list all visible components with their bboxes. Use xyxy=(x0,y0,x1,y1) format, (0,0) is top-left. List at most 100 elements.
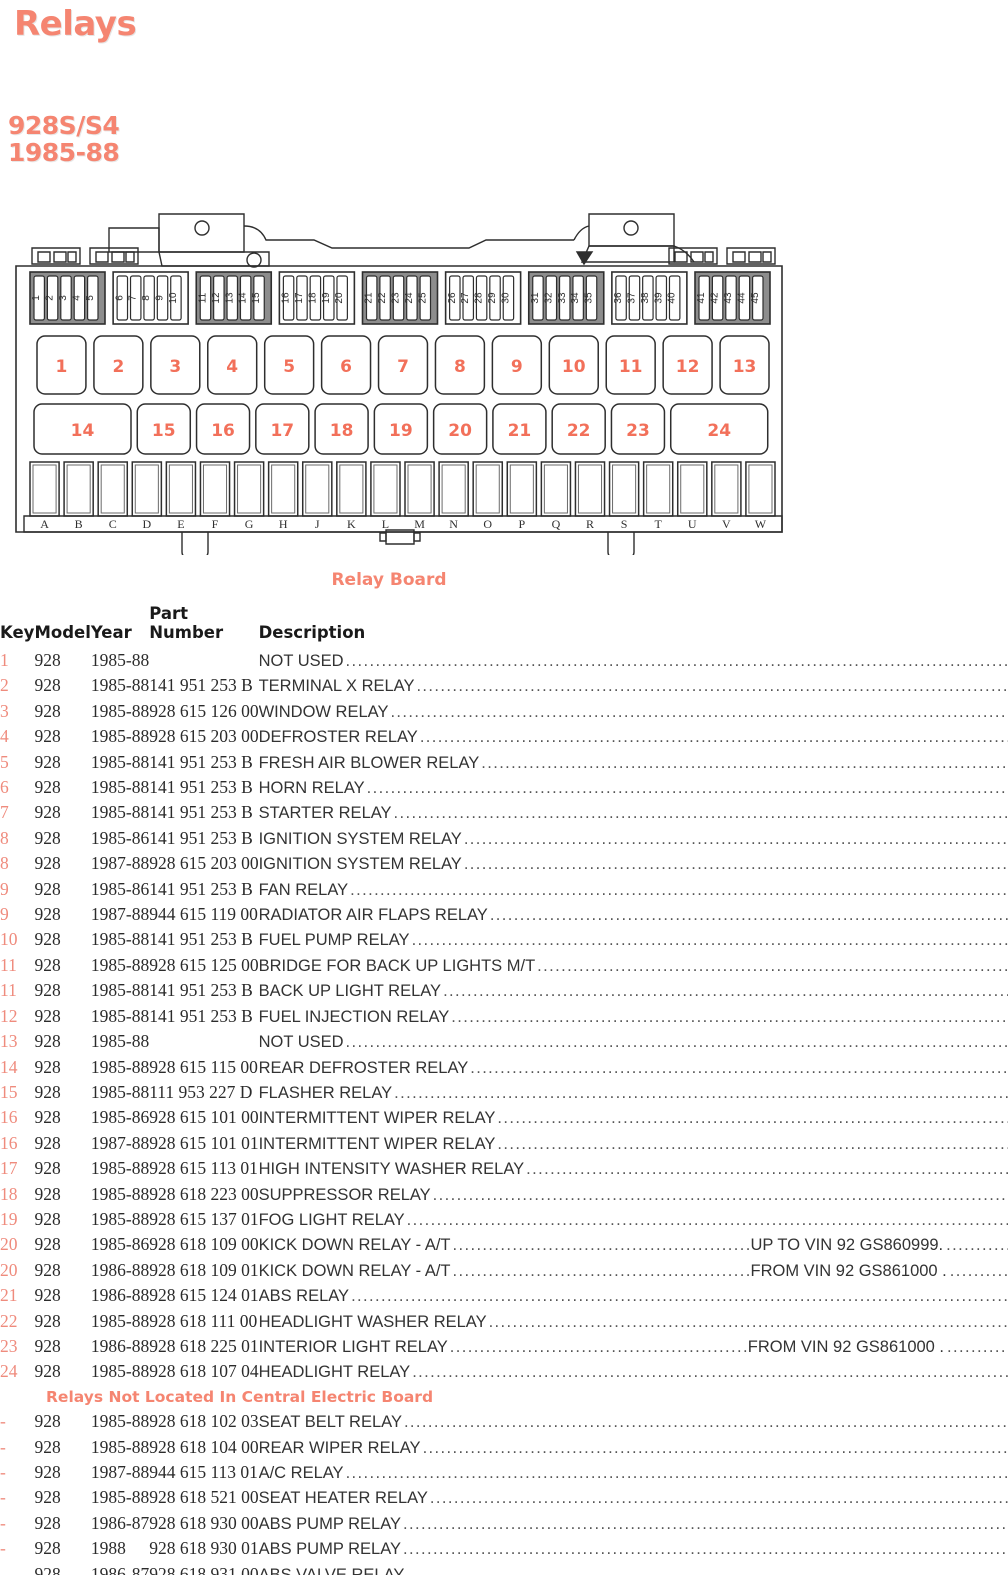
description-text: FUEL PUMP RELAY xyxy=(258,931,410,950)
cell-year: 1985-86 xyxy=(90,827,150,848)
description-note: FROM VIN 92 GS861000 . xyxy=(750,1261,947,1280)
connector-slot-inner xyxy=(543,464,568,514)
cell-model: 928 xyxy=(34,802,61,823)
description-text: HIGH INTENSITY WASHER RELAY xyxy=(258,1160,525,1179)
connector-slot-inner xyxy=(305,464,330,514)
cell-part-number: 928 615 203 00 xyxy=(149,853,259,874)
relay-position-label: 24 xyxy=(707,421,731,441)
dot-leader: ........................................… xyxy=(537,956,1008,975)
description-line: KICK DOWN RELAY - A/T ..................… xyxy=(259,1233,1008,1257)
header-model: Model xyxy=(34,623,91,642)
cell-part-number: 928 615 125 00 xyxy=(149,954,259,975)
description-line: FUEL INJECTION RELAY ...................… xyxy=(259,1005,1008,1029)
description-note: FROM VIN 92 GS861000 . xyxy=(747,1337,945,1356)
connector-letter-label: M xyxy=(414,517,425,531)
cell-description: ABS RELAY ..............................… xyxy=(259,1283,1008,1308)
cell-year: 1988 xyxy=(90,1538,126,1559)
description-text: KICK DOWN RELAY - A/T xyxy=(258,1236,451,1255)
dot-leader: ........................................… xyxy=(452,1261,751,1280)
cell-part-number: 928 618 111 00 xyxy=(149,1310,258,1331)
dot-leader: ........................................… xyxy=(393,804,1008,823)
cell-key: 8 xyxy=(0,853,9,874)
cell-part-number: 944 615 119 00 xyxy=(149,904,258,925)
table-row: 17 928 1985-88 928 615 113 01 HIGH INTENSITY… xyxy=(0,1156,1008,1181)
connector-letter-label: T xyxy=(655,517,663,531)
description-line: ABS RELAY ..............................… xyxy=(259,1284,1008,1308)
description-text: TERMINAL X RELAY xyxy=(258,677,415,696)
relay-position-label: 20 xyxy=(448,421,472,441)
cell-description: HEADLIGHT WASHER RELAY .................… xyxy=(259,1309,1008,1334)
fuse-number-label: 14 xyxy=(238,292,249,304)
cell-part-number: 928 618 225 01 xyxy=(149,1335,259,1356)
table-row-not-located: - 928 1985-88 928 618 521 00 SEAT HEATER REL… xyxy=(0,1485,1008,1510)
cell-key: 5 xyxy=(0,751,9,772)
cell-part-number: 944 615 113 01 xyxy=(149,1461,258,1482)
relay-position-label: 6 xyxy=(340,357,352,377)
description-line: HIGH INTENSITY WASHER RELAY ............… xyxy=(259,1157,1008,1181)
cell-key: 12 xyxy=(0,1005,18,1026)
dot-leader: ........................................… xyxy=(403,1540,1008,1559)
relay-table-body: 1 928 1985-88 NOT USED ....................… xyxy=(0,648,1008,1575)
fuse-number-label: 17 xyxy=(294,292,305,304)
cell-year: 1985-88 xyxy=(90,1031,150,1052)
fuse-number-label: 43 xyxy=(723,292,734,304)
relay-position-label: 4 xyxy=(226,357,238,377)
cell-part-number: 111 953 227 D xyxy=(149,1081,253,1102)
cell-year: 1985-88 xyxy=(90,1411,150,1432)
dot-leader: ........................................… xyxy=(416,677,1008,696)
cell-key: 18 xyxy=(0,1183,18,1204)
connector-slot-inner xyxy=(748,464,773,514)
dot-leader: ........................................… xyxy=(470,1058,1008,1077)
description-line: BACK UP LIGHT RELAY ....................… xyxy=(259,979,1008,1003)
relay-board-caption: Relay Board xyxy=(331,570,447,590)
fuse-number-label: 19 xyxy=(321,292,332,304)
relay-position-label: 21 xyxy=(508,421,532,441)
cell-key: 14 xyxy=(0,1056,18,1077)
fuse-number-label: 37 xyxy=(626,292,637,304)
cell-part-number: 141 951 253 B xyxy=(149,751,253,772)
fuse-number-label: 28 xyxy=(474,292,485,304)
cell-part-number: 928 615 101 00 xyxy=(149,1107,259,1128)
cell-description: BACK UP LIGHT RELAY ....................… xyxy=(259,978,1008,1003)
dot-leader: ........................................… xyxy=(451,1007,1008,1026)
fuse-number-label: 24 xyxy=(404,292,415,304)
description-text: HEADLIGHT WASHER RELAY xyxy=(258,1312,487,1331)
table-row: 20 928 1985-86 928 618 109 00 KICK DOWN RELA… xyxy=(0,1232,1008,1257)
description-line: SEAT HEATER RELAY ......................… xyxy=(259,1486,1008,1510)
cell-part-number: 928 615 113 01 xyxy=(149,1158,258,1179)
description-text: INTERMITTENT WIPER RELAY xyxy=(258,1134,496,1153)
connector-letter-label: W xyxy=(755,517,767,531)
cell-description: SEAT HEATER RELAY ......................… xyxy=(259,1485,1008,1510)
cell-part-number: 141 951 253 B xyxy=(149,802,253,823)
cell-model: 928 xyxy=(34,1310,61,1331)
fuse-number-label: 13 xyxy=(224,292,235,304)
table-row: 23 928 1986-88 928 618 225 01 INTERIOR LIGHT… xyxy=(0,1334,1008,1359)
description-line: RADIATOR AIR FLAPS RELAY ...............… xyxy=(259,903,1008,927)
table-row: 1 928 1985-88 NOT USED ....................… xyxy=(0,648,1008,673)
relay-position-label: 1 xyxy=(56,357,68,377)
connector-letter-label: F xyxy=(212,517,219,531)
cell-part-number xyxy=(149,1029,258,1054)
cell-year: 1985-88 xyxy=(90,675,150,696)
relay-position-label: 8 xyxy=(454,357,466,377)
fuse-number-label: 3 xyxy=(58,295,69,301)
cell-part-number: 928 618 223 00 xyxy=(149,1183,259,1204)
cell-key: 9 xyxy=(0,878,9,899)
description-line: TERMINAL X RELAY .......................… xyxy=(259,674,1008,698)
description-text: FRESH AIR BLOWER RELAY xyxy=(258,753,480,772)
header-part-number: Part Number xyxy=(149,604,224,642)
model-year-subtitle: 928S/S4 1985-88 xyxy=(8,112,120,166)
cell-part-number: 141 951 253 B xyxy=(149,827,253,848)
cell-description: INTERMITTENT WIPER RELAY ...............… xyxy=(259,1131,1008,1156)
table-row: 9 928 1985-86 141 951 253 B FAN RELAY ......… xyxy=(0,877,1008,902)
cell-year: 1985-88 xyxy=(90,1208,150,1229)
description-text: SEAT HEATER RELAY xyxy=(258,1489,428,1508)
description-line: FRESH AIR BLOWER RELAY .................… xyxy=(259,751,1008,775)
cell-description: IGNITION SYSTEM RELAY ..................… xyxy=(259,826,1008,851)
cell-description: HEADLIGHT RELAY ........................… xyxy=(259,1359,1008,1384)
table-row: 19 928 1985-88 928 615 137 01 FOG LIGHT RELA… xyxy=(0,1207,1008,1232)
cell-key: 19 xyxy=(0,1208,18,1229)
description-line: SEAT BELT RELAY ........................… xyxy=(259,1410,1008,1434)
table-row: 24 928 1985-88 928 618 107 04 HEADLIGHT RELA… xyxy=(0,1359,1008,1384)
cell-year: 1987-88 xyxy=(90,1132,150,1153)
